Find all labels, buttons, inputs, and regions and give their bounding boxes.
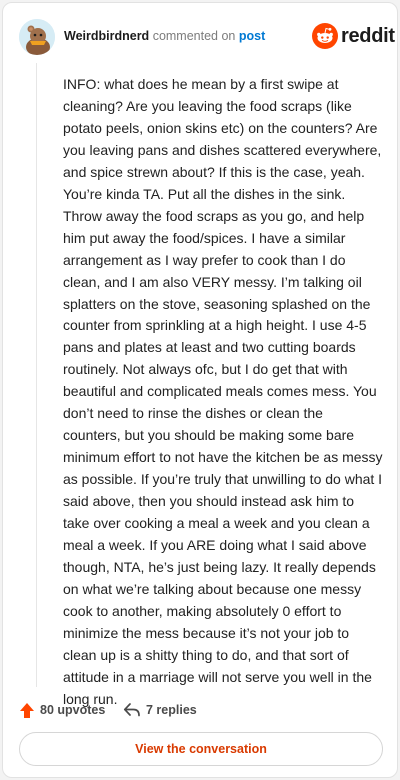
post-link[interactable]: post bbox=[239, 29, 265, 43]
reddit-logo[interactable]: reddit bbox=[312, 23, 395, 49]
comment-body: INFO: what does he mean by a first swipe… bbox=[63, 76, 383, 707]
replies-button[interactable]: 7 replies bbox=[123, 699, 197, 721]
action-text: commented on bbox=[152, 29, 236, 43]
comment-actions: 80 upvotes 7 replies bbox=[19, 699, 379, 721]
comment-card: Weirdbirdnerd commented on post reddit I… bbox=[2, 2, 398, 778]
view-conversation-button[interactable]: View the conversation bbox=[19, 732, 383, 766]
reddit-wordmark: reddit bbox=[341, 25, 395, 47]
upvote-button[interactable]: 80 upvotes bbox=[19, 699, 105, 721]
upvote-count: 80 upvotes bbox=[40, 703, 106, 717]
reddit-snoo-icon bbox=[312, 23, 338, 49]
user-avatar[interactable] bbox=[19, 19, 55, 55]
replies-count: 7 replies bbox=[146, 703, 197, 717]
thread-line bbox=[36, 63, 37, 687]
comment-byline: Weirdbirdnerd commented on post bbox=[64, 29, 265, 43]
username[interactable]: Weirdbirdnerd bbox=[64, 29, 149, 43]
reply-arrow-icon bbox=[123, 703, 140, 717]
avatar-image bbox=[19, 19, 55, 55]
comment-header: Weirdbirdnerd commented on post reddit bbox=[3, 3, 397, 71]
upvote-arrow-icon bbox=[20, 702, 34, 718]
